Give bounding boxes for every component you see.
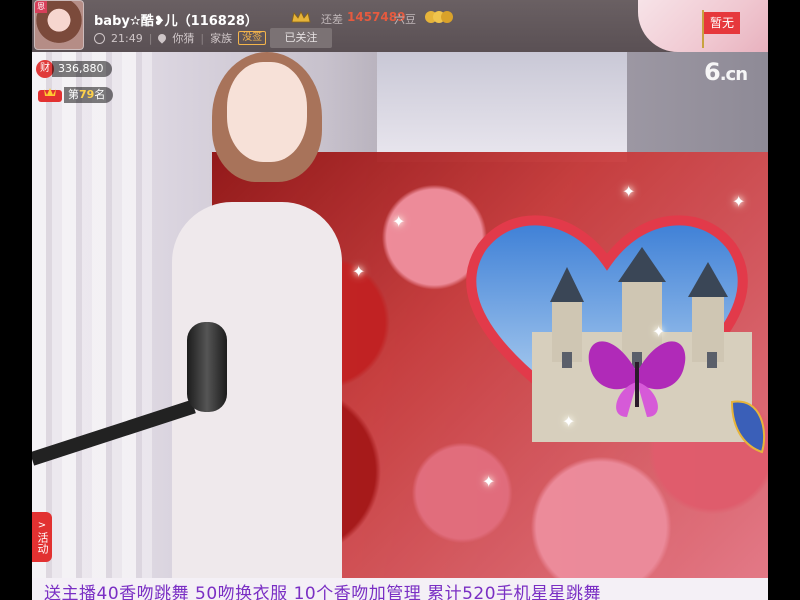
trophy-icon (38, 88, 62, 102)
family-tag[interactable]: 没签 (238, 31, 267, 45)
curtain-background (32, 52, 152, 578)
watermark-main: 6 (704, 58, 721, 86)
sparkle-icon: ✦ (352, 262, 366, 281)
sparkle-icon: ✦ (562, 412, 576, 431)
level-badge-icon (425, 11, 453, 23)
anchor-avatar[interactable]: 恩 (34, 0, 84, 50)
ticker-text: 送主播40香吻跳舞 50吻换衣服 10个香吻加管理 累计520手机星星跳舞 (44, 584, 602, 600)
chevron-right-icon: > (37, 520, 47, 531)
rank-prefix: 第 (68, 88, 79, 101)
sparkle-icon: ✦ (622, 182, 636, 201)
rank-text: 第79名 (64, 87, 114, 103)
rank-badge[interactable]: 第79名 (36, 86, 114, 104)
crown-icon (291, 11, 311, 23)
location-text: 你猜 (172, 32, 195, 45)
family-label: 家族 (210, 32, 233, 45)
butterfly-icon (588, 341, 686, 417)
butterfly-icon (730, 400, 766, 454)
room-meta-row: 21:49 | 你猜 | 家族 没签 (94, 30, 267, 46)
wealth-value: 336,880 (52, 61, 112, 77)
activity-button[interactable]: > 活动 (32, 512, 52, 562)
watermark-suffix: .cn (719, 64, 748, 85)
sparkle-icon: ✦ (652, 322, 666, 341)
sparkle-icon: ✦ (732, 192, 746, 211)
room-header: 恩 baby✫酷❥儿（116828） 还差 1457489 六豆 21:49 |… (32, 0, 768, 52)
site-watermark: 6.cn (704, 58, 748, 86)
announcement-ticker: 送主播40香吻跳舞 50吻换衣服 10个香吻加管理 累计520手机星星跳舞 (32, 578, 768, 600)
live-room: 恩 baby✫酷❥儿（116828） 还差 1457489 六豆 21:49 |… (32, 0, 768, 600)
activity-label: 活动 (36, 532, 49, 554)
gap-unit: 六豆 (394, 13, 416, 26)
follow-button[interactable]: 已关注 (270, 28, 332, 48)
location-pin-icon (156, 32, 169, 44)
avatar-corner-tag: 恩 (35, 1, 47, 13)
gap-label: 还差 (321, 13, 343, 26)
live-time: 21:49 (111, 31, 143, 45)
rank-value: 79 (79, 88, 95, 101)
streamer-figure (142, 52, 352, 578)
streamer-face (227, 62, 307, 162)
sparkle-icon: ✦ (482, 472, 496, 491)
anchor-name[interactable]: baby✫酷❥儿（116828） (94, 10, 258, 29)
clock-icon (94, 32, 105, 44)
divider: | (148, 31, 153, 45)
rank-suffix: 名 (94, 88, 106, 101)
divider: | (200, 31, 205, 45)
sparkle-icon: ✦ (392, 212, 406, 231)
wealth-badge[interactable]: 财 336,880 (36, 60, 112, 78)
status-tag[interactable]: 暂无 (704, 12, 741, 34)
video-stream[interactable]: ✦ ✦ ✦ ✦ ✦ ✦ ✦ 6.cn 财 336,880 第79名 (32, 52, 768, 578)
microphone-icon (187, 322, 227, 412)
shelf-background (377, 52, 627, 162)
